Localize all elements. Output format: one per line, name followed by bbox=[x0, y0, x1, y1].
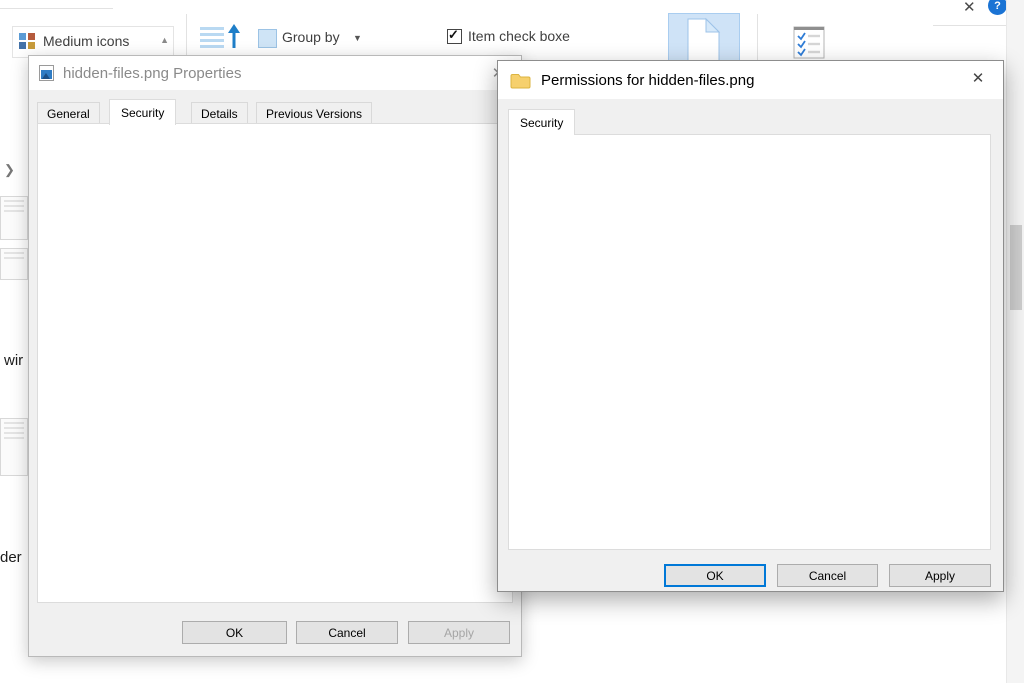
scrollbar-thumb[interactable] bbox=[1010, 225, 1022, 310]
ok-button[interactable]: OK bbox=[664, 564, 766, 587]
image-file-icon bbox=[39, 65, 54, 81]
folder-icon bbox=[510, 72, 531, 89]
tab-security[interactable]: Security bbox=[109, 99, 176, 125]
sort-icon[interactable] bbox=[200, 24, 244, 57]
dialog-title: Permissions for hidden-files.png bbox=[541, 72, 754, 89]
background-text-fragment: wir bbox=[4, 352, 23, 369]
page-scrollbar[interactable] bbox=[1006, 0, 1024, 683]
medium-icons-button[interactable]: Medium icons ▲ bbox=[12, 26, 174, 58]
cancel-button[interactable]: Cancel bbox=[296, 621, 398, 644]
security-tab-page bbox=[508, 134, 991, 550]
item-check-box-checkbox[interactable] bbox=[447, 29, 462, 44]
group-by-icon bbox=[258, 29, 277, 48]
group-by-label[interactable]: Group by bbox=[282, 29, 340, 45]
item-check-box-label: Item check boxe bbox=[468, 28, 570, 44]
properties-dialog: hidden-files.png Properties ✕ General Se… bbox=[28, 55, 522, 657]
preview-pane-button[interactable] bbox=[668, 13, 740, 66]
screen: Medium icons ▲ Group by ▼ Item check box… bbox=[0, 0, 1024, 683]
medium-icons-label: Medium icons bbox=[43, 33, 129, 49]
permissions-dialog: Permissions for hidden-files.png ✕ Secur… bbox=[497, 60, 1004, 592]
file-thumbnail[interactable] bbox=[0, 196, 28, 240]
group-by-caret-icon[interactable]: ▼ bbox=[353, 33, 362, 43]
close-icon[interactable]: ✕ bbox=[967, 69, 989, 87]
apply-button[interactable]: Apply bbox=[408, 621, 510, 644]
tab-details[interactable]: Details bbox=[191, 102, 248, 124]
apply-button[interactable]: Apply bbox=[889, 564, 991, 587]
tab-security[interactable]: Security bbox=[508, 109, 575, 135]
tab-general[interactable]: General bbox=[37, 102, 100, 124]
tab-previous-versions[interactable]: Previous Versions bbox=[256, 102, 372, 124]
ok-button[interactable]: OK bbox=[182, 621, 287, 644]
security-tab-page bbox=[37, 123, 513, 603]
help-icon[interactable]: ? bbox=[988, 0, 1007, 15]
gallery-up-icon[interactable]: ▲ bbox=[160, 35, 169, 45]
chevron-right-icon[interactable]: ❯ bbox=[4, 162, 15, 178]
dialog-title: hidden-files.png Properties bbox=[63, 65, 241, 82]
file-thumbnail[interactable] bbox=[0, 418, 28, 476]
properties-titlebar[interactable]: hidden-files.png Properties ✕ bbox=[29, 56, 521, 90]
medium-icons-icon bbox=[19, 33, 35, 49]
cancel-button[interactable]: Cancel bbox=[777, 564, 878, 587]
background-text-fragment: der bbox=[0, 549, 22, 566]
permissions-titlebar[interactable]: Permissions for hidden-files.png ✕ bbox=[498, 61, 1003, 99]
file-thumbnail[interactable] bbox=[0, 248, 28, 280]
document-icon bbox=[685, 17, 723, 63]
window-close-icon[interactable]: ✕ bbox=[963, 0, 976, 16]
